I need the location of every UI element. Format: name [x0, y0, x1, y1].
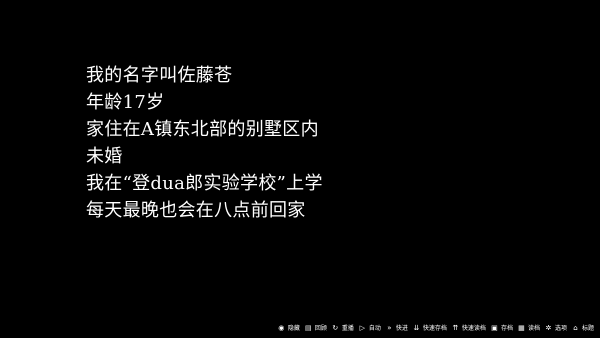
game-screen[interactable]: 我的名字叫佐藤苍 年龄17岁 家住在A镇东北部的别墅区内 未婚 我在“登dua郎… — [0, 0, 600, 338]
history-button[interactable]: ▤ 回顾 — [304, 324, 327, 333]
options-label: 选项 — [554, 325, 567, 332]
quick-load-icon: ⇈ — [452, 324, 459, 332]
quick-menu-toolbar: ◉ 隐藏 ▤ 回顾 ↻ 重播 ▷ 自动 » 快进 ⇊ 快速存档 ⇈ 快速读档 ▣ — [277, 324, 594, 333]
auto-play-icon: ▷ — [359, 324, 366, 332]
replay-label: 重播 — [341, 325, 354, 332]
narration-line: 家住在A镇东北部的别墅区内 — [86, 119, 319, 140]
narration-line: 我的名字叫佐藤苍 — [86, 65, 233, 86]
load-label: 读档 — [527, 325, 540, 332]
narration-line: 未婚 — [86, 146, 123, 167]
history-label: 回顾 — [314, 325, 327, 332]
auto-label: 自动 — [368, 325, 381, 332]
eye-off-icon: ◉ — [278, 324, 285, 332]
gear-icon: ✲ — [545, 324, 552, 332]
history-icon: ▤ — [305, 324, 312, 332]
fast-forward-icon: » — [387, 324, 392, 332]
skip-label: 快进 — [395, 325, 408, 332]
hide-label: 隐藏 — [287, 325, 300, 332]
load-button[interactable]: ▦ 读档 — [517, 324, 540, 333]
save-button[interactable]: ▣ 存档 — [490, 324, 513, 333]
narration-line: 我在“登dua郎实验学校”上学 — [86, 173, 323, 194]
skip-button[interactable]: » 快进 — [385, 324, 408, 333]
replay-icon: ↻ — [332, 324, 339, 332]
hide-button[interactable]: ◉ 隐藏 — [277, 324, 300, 333]
title-label: 标题 — [581, 325, 594, 332]
narration-line: 每天最晚也会在八点前回家 — [86, 200, 306, 221]
narration-line: 年龄17岁 — [86, 92, 165, 113]
narration-text-box[interactable]: 我的名字叫佐藤苍 年龄17岁 家住在A镇东北部的别墅区内 未婚 我在“登dua郎… — [86, 62, 566, 224]
replay-button[interactable]: ↻ 重播 — [331, 324, 354, 333]
home-icon: ⌂ — [573, 324, 578, 332]
options-button[interactable]: ✲ 选项 — [544, 324, 567, 333]
load-icon: ▦ — [518, 324, 525, 332]
quick-save-button[interactable]: ⇊ 快速存档 — [412, 324, 447, 333]
auto-button[interactable]: ▷ 自动 — [358, 324, 381, 333]
save-label: 存档 — [500, 325, 513, 332]
quick-load-button[interactable]: ⇈ 快速读档 — [451, 324, 486, 333]
quick-save-label: 快速存档 — [422, 325, 447, 332]
title-button[interactable]: ⌂ 标题 — [571, 324, 594, 333]
quick-save-icon: ⇊ — [413, 324, 420, 332]
save-icon: ▣ — [491, 324, 498, 332]
quick-load-label: 快速读档 — [461, 325, 486, 332]
